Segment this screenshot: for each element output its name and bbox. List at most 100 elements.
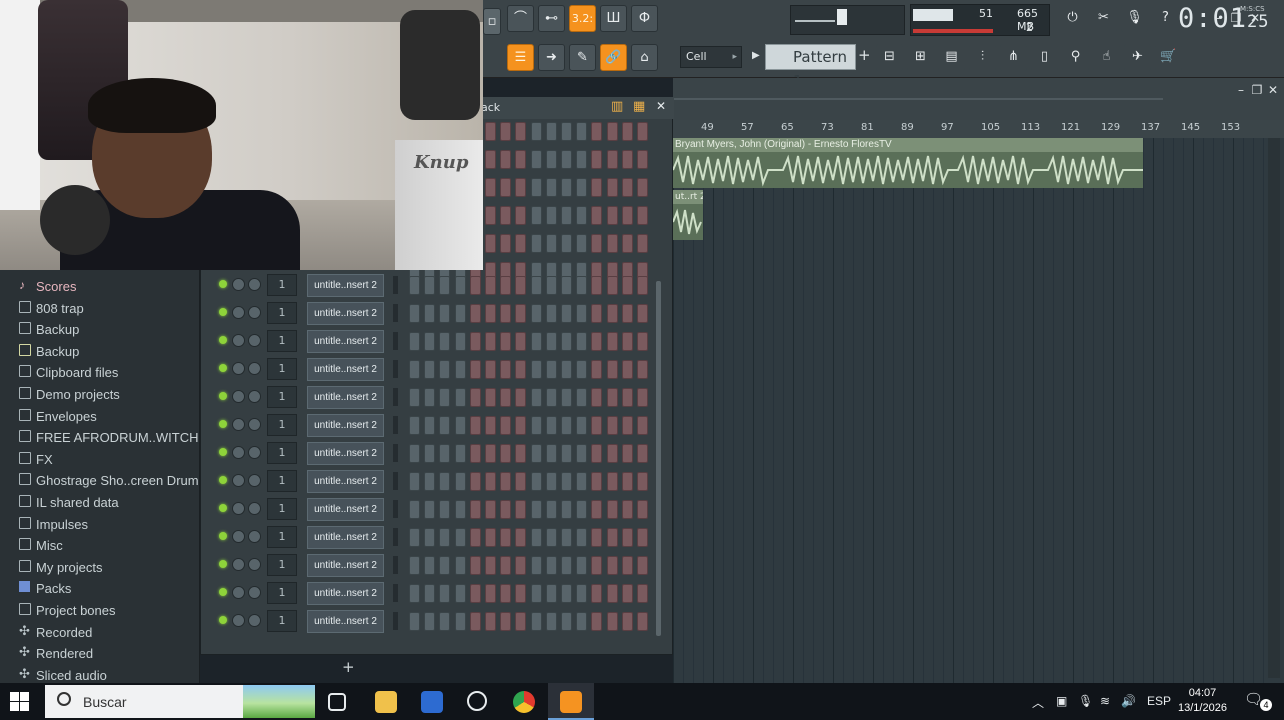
file-icon[interactable]: ▯ <box>1031 44 1058 71</box>
step-button[interactable] <box>591 556 603 575</box>
step-button[interactable] <box>561 332 572 351</box>
step-button[interactable] <box>469 472 481 491</box>
taskbar-search-box[interactable]: Buscar <box>45 685 315 718</box>
step-button[interactable] <box>637 206 648 225</box>
step-button[interactable] <box>561 556 572 575</box>
channel-mixer-track[interactable]: 1 <box>267 610 297 632</box>
step-button[interactable] <box>545 150 557 169</box>
plugin-icon[interactable]: ⚲ <box>1062 44 1089 71</box>
step-button[interactable] <box>561 500 572 519</box>
step-button[interactable] <box>469 276 481 295</box>
step-button[interactable] <box>424 304 436 323</box>
channel-select-indicator[interactable] <box>393 612 398 630</box>
channel-mute-led[interactable] <box>219 588 227 596</box>
step-button[interactable] <box>606 234 618 253</box>
step-button[interactable] <box>530 276 542 295</box>
step-button[interactable] <box>561 150 572 169</box>
browser-item[interactable]: FREE AFRODRUM..WITCH VIBEZ <box>0 427 199 448</box>
playlist-window-icon[interactable]: ⊟ <box>876 44 903 71</box>
step-button[interactable] <box>621 150 633 169</box>
step-button[interactable] <box>621 332 633 351</box>
step-button[interactable] <box>637 556 648 575</box>
step-button[interactable] <box>530 416 542 435</box>
master-volume-slider[interactable] <box>790 5 905 35</box>
minimize-icon[interactable]: – <box>1209 10 1225 26</box>
step-button[interactable] <box>424 612 436 631</box>
step-button[interactable] <box>637 360 648 379</box>
channel-mixer-track[interactable]: 1 <box>267 414 297 436</box>
step-button[interactable] <box>591 500 603 519</box>
step-button[interactable] <box>637 150 648 169</box>
step-button[interactable] <box>485 178 496 197</box>
step-button[interactable] <box>576 528 588 547</box>
step-button[interactable] <box>500 178 512 197</box>
step-button[interactable] <box>515 388 527 407</box>
step-button[interactable] <box>485 276 496 295</box>
step-button[interactable] <box>591 584 603 603</box>
step-button[interactable] <box>409 360 420 379</box>
step-button[interactable] <box>576 276 588 295</box>
step-button[interactable] <box>561 416 572 435</box>
browser-item[interactable]: ♪ Scores <box>0 276 199 297</box>
step-button[interactable] <box>530 500 542 519</box>
step-button[interactable] <box>500 388 512 407</box>
tempo-display-button[interactable]: 3.2: <box>569 5 596 32</box>
step-button[interactable] <box>545 528 557 547</box>
step-button[interactable] <box>454 500 466 519</box>
step-button[interactable] <box>621 122 633 141</box>
step-button[interactable] <box>637 472 648 491</box>
step-button[interactable] <box>591 178 603 197</box>
step-button[interactable] <box>424 444 436 463</box>
step-button[interactable] <box>469 304 481 323</box>
step-button[interactable] <box>439 500 451 519</box>
step-button[interactable] <box>439 556 451 575</box>
channel-volume-knob[interactable] <box>248 586 261 599</box>
channel-select-indicator[interactable] <box>393 304 398 322</box>
step-button[interactable] <box>561 122 572 141</box>
playlist-close-icon[interactable]: ✕ <box>1265 82 1281 98</box>
channel-mixer-track[interactable]: 1 <box>267 442 297 464</box>
step-button[interactable] <box>515 122 527 141</box>
link-tool-icon[interactable]: 🔗 <box>600 44 627 71</box>
step-button[interactable] <box>561 472 572 491</box>
step-button[interactable] <box>606 584 618 603</box>
step-button[interactable] <box>454 612 466 631</box>
channel-mixer-track[interactable]: 1 <box>267 274 297 296</box>
channel-mixer-track[interactable]: 1 <box>267 498 297 520</box>
taskbar-clock[interactable]: 04:07 13/1/2026 <box>1178 686 1227 716</box>
step-button[interactable] <box>545 360 557 379</box>
step-button[interactable] <box>469 416 481 435</box>
channel-mute-led[interactable] <box>219 280 227 288</box>
step-button[interactable] <box>469 584 481 603</box>
step-button[interactable] <box>469 528 481 547</box>
browser-item[interactable]: Clipboard files <box>0 362 199 383</box>
step-button[interactable] <box>439 304 451 323</box>
step-button[interactable] <box>621 612 633 631</box>
channel-select-indicator[interactable] <box>393 276 398 294</box>
channel-mixer-track[interactable]: 1 <box>267 358 297 380</box>
channel-name-button[interactable]: untitle..nsert 2 <box>307 554 384 577</box>
step-button[interactable] <box>637 612 648 631</box>
step-button[interactable] <box>591 528 603 547</box>
step-button[interactable] <box>606 472 618 491</box>
step-button[interactable] <box>606 150 618 169</box>
step-button[interactable] <box>515 556 527 575</box>
shop-icon[interactable]: 🛒 <box>1155 44 1182 71</box>
step-button[interactable] <box>454 304 466 323</box>
step-button[interactable] <box>500 500 512 519</box>
browser-item[interactable]: Ghostrage Sho..creen Drum Kit <box>0 470 199 491</box>
channel-mute-led[interactable] <box>219 392 227 400</box>
step-button[interactable] <box>469 556 481 575</box>
step-button[interactable] <box>485 304 496 323</box>
playlist-vertical-scrollbar[interactable] <box>1268 138 1280 678</box>
channel-mute-led[interactable] <box>219 532 227 540</box>
step-button[interactable] <box>485 150 496 169</box>
step-button[interactable] <box>530 528 542 547</box>
step-button[interactable] <box>500 472 512 491</box>
step-button[interactable] <box>530 332 542 351</box>
browser-item[interactable]: ✣ Rendered <box>0 643 199 664</box>
task-view-icon[interactable] <box>328 693 346 711</box>
step-button[interactable] <box>485 206 496 225</box>
step-button[interactable] <box>530 472 542 491</box>
channel-pan-knob[interactable] <box>232 306 245 319</box>
